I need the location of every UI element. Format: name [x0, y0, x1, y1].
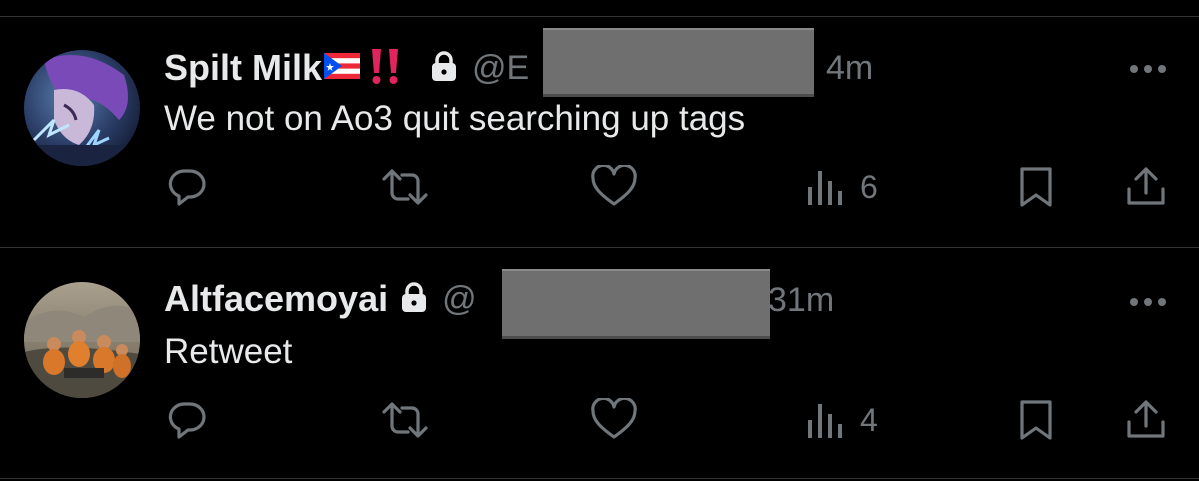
- lock-icon: [430, 50, 458, 87]
- avatar-image: [24, 282, 140, 398]
- share-button[interactable]: [1124, 165, 1168, 209]
- display-name[interactable]: Altfacemoyai: [164, 278, 388, 320]
- more-icon[interactable]: [1126, 295, 1170, 309]
- timestamp[interactable]: 31m: [768, 281, 834, 320]
- reply-button[interactable]: [164, 165, 208, 209]
- share-button[interactable]: [1124, 398, 1168, 442]
- puerto-rico-flag-icon: [324, 52, 361, 84]
- bookmark-button[interactable]: [1016, 398, 1056, 442]
- tweet-text: Retweet: [164, 332, 293, 371]
- bookmark-button[interactable]: [1016, 165, 1056, 209]
- views-icon: [808, 171, 842, 205]
- handle[interactable]: @E: [472, 49, 529, 88]
- bookmark-icon: [1020, 167, 1052, 207]
- views-button[interactable]: 4: [806, 398, 878, 442]
- double-exclamation-icon: [368, 47, 402, 90]
- heart-icon: [591, 165, 637, 206]
- retweet-icon: [382, 402, 428, 438]
- tweet-header: Altfacemoyai @: [164, 277, 477, 321]
- share-icon: [1127, 400, 1165, 438]
- bookmark-icon: [1020, 400, 1052, 440]
- like-button[interactable]: [590, 398, 638, 442]
- tweet-text: We not on Ao3 quit searching up tags: [164, 99, 746, 138]
- tweet[interactable]: Altfacemoyai @ 31m Retweet 4: [0, 248, 1199, 478]
- redaction-block: [502, 269, 770, 339]
- avatar-image: [24, 50, 140, 166]
- more-icon[interactable]: [1126, 62, 1170, 76]
- lock-icon: [400, 281, 428, 318]
- views-icon: [808, 404, 842, 438]
- retweet-button[interactable]: [380, 398, 430, 442]
- retweet-button[interactable]: [380, 165, 430, 209]
- like-button[interactable]: [590, 165, 638, 209]
- share-icon: [1127, 167, 1165, 205]
- views-count: 6: [860, 168, 878, 205]
- heart-icon: [591, 398, 637, 439]
- bottom-divider: [0, 478, 1199, 479]
- tweet[interactable]: Spilt Milk @E 4m We not on Ao3 quit sear…: [0, 17, 1199, 247]
- reply-icon: [168, 402, 206, 439]
- views-button[interactable]: 6: [806, 165, 878, 209]
- retweet-icon: [382, 169, 428, 205]
- views-count: 4: [860, 401, 878, 438]
- avatar[interactable]: [24, 282, 140, 398]
- redaction-block: [543, 28, 814, 97]
- reply-button[interactable]: [164, 398, 208, 442]
- handle[interactable]: @: [442, 280, 477, 319]
- timestamp[interactable]: 4m: [826, 49, 873, 88]
- avatar[interactable]: [24, 50, 140, 166]
- tweet-header: Spilt Milk @E: [164, 46, 529, 90]
- display-name[interactable]: Spilt Milk: [164, 47, 322, 89]
- reply-icon: [168, 169, 206, 206]
